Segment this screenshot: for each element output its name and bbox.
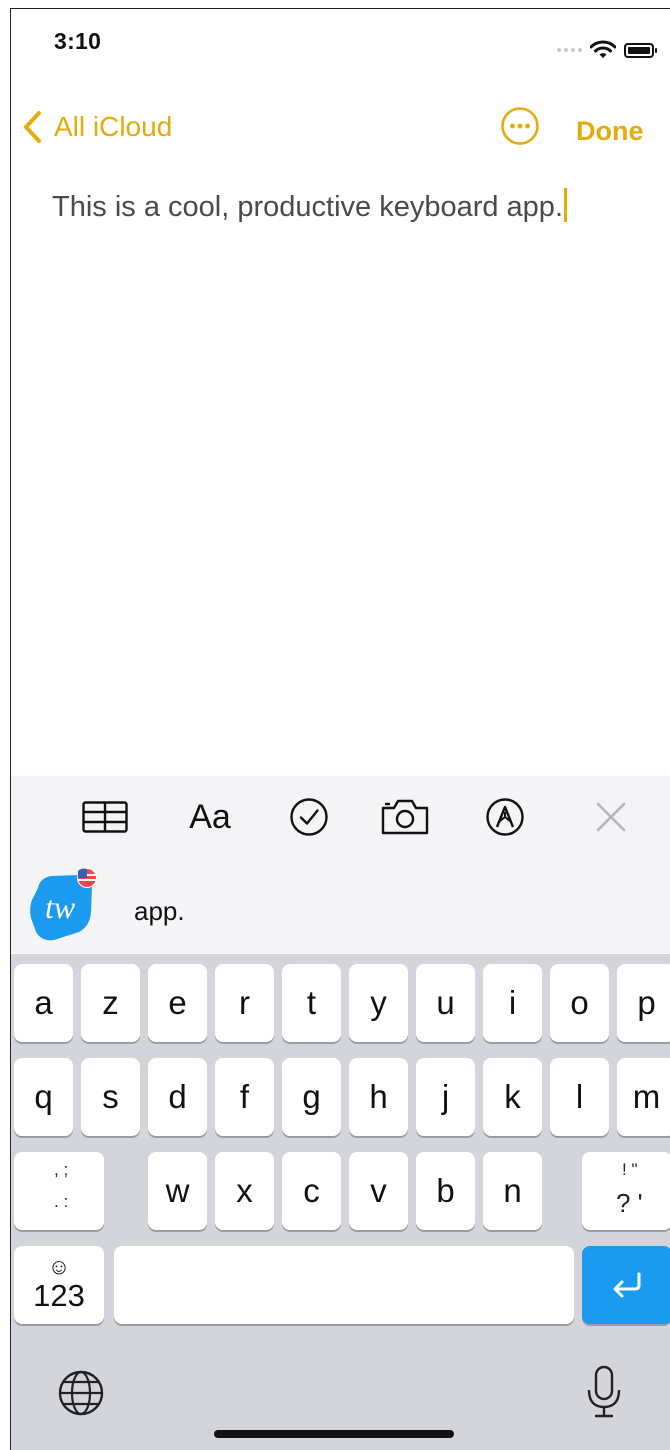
format-toolbar: Aa bbox=[10, 776, 670, 858]
table-button[interactable] bbox=[82, 796, 128, 838]
punctuation-key-right[interactable]: ! " ? ' bbox=[582, 1152, 670, 1230]
key-g[interactable]: g bbox=[282, 1058, 341, 1136]
close-icon bbox=[596, 802, 626, 832]
key-d[interactable]: d bbox=[148, 1058, 207, 1136]
key-b[interactable]: b bbox=[416, 1152, 475, 1230]
key-p[interactable]: p bbox=[617, 964, 670, 1042]
punct-left-top: , ; bbox=[54, 1160, 69, 1179]
status-time: 3:10 bbox=[54, 28, 102, 54]
typewise-logo-icon[interactable]: tw bbox=[24, 868, 100, 944]
close-toolbar-button[interactable] bbox=[594, 796, 628, 838]
punct-left-bottom: . : bbox=[54, 1192, 69, 1211]
note-text: This is a cool, productive keyboard app. bbox=[52, 191, 563, 223]
status-icons bbox=[557, 40, 657, 60]
suggestion-word[interactable]: app. bbox=[134, 896, 185, 927]
key-y[interactable]: y bbox=[349, 964, 408, 1042]
signal-icon bbox=[557, 48, 582, 52]
more-options-icon[interactable] bbox=[500, 106, 540, 146]
frame-border-left bbox=[10, 8, 11, 1450]
return-key[interactable] bbox=[582, 1246, 670, 1324]
camera-button[interactable] bbox=[380, 796, 430, 838]
key-u[interactable]: u bbox=[416, 964, 475, 1042]
key-i[interactable]: i bbox=[483, 964, 542, 1042]
key-e[interactable]: e bbox=[148, 964, 207, 1042]
key-s[interactable]: s bbox=[81, 1058, 140, 1136]
home-indicator[interactable] bbox=[214, 1430, 454, 1438]
numbers-key[interactable]: ☺ 123 bbox=[14, 1246, 104, 1324]
back-label: All iCloud bbox=[54, 111, 173, 142]
microphone-icon[interactable] bbox=[584, 1364, 624, 1420]
numbers-key-label: 123 bbox=[33, 1278, 85, 1313]
key-z[interactable]: z bbox=[81, 964, 140, 1042]
checkmark-circle-icon bbox=[290, 798, 328, 836]
key-q[interactable]: q bbox=[14, 1058, 73, 1136]
key-v[interactable]: v bbox=[349, 1152, 408, 1230]
checklist-button[interactable] bbox=[288, 796, 330, 838]
key-m[interactable]: m bbox=[617, 1058, 670, 1136]
key-n[interactable]: n bbox=[483, 1152, 542, 1230]
note-body[interactable]: This is a cool, productive keyboard app. bbox=[52, 188, 567, 224]
space-key[interactable] bbox=[114, 1246, 574, 1324]
key-o[interactable]: o bbox=[550, 964, 609, 1042]
done-button[interactable]: Done bbox=[576, 116, 644, 147]
chevron-left-icon bbox=[24, 111, 41, 143]
key-k[interactable]: k bbox=[483, 1058, 542, 1136]
camera-icon bbox=[381, 799, 429, 835]
wifi-icon bbox=[590, 40, 616, 58]
key-w[interactable]: w bbox=[148, 1152, 207, 1230]
pen-tip-icon bbox=[486, 798, 524, 836]
keyboard: tw app. , ; . : ! " ? ' ☺ 123 a z e r t … bbox=[10, 858, 670, 1450]
key-f[interactable]: f bbox=[215, 1058, 274, 1136]
emoji-icon: ☺ bbox=[47, 1254, 71, 1279]
key-x[interactable]: x bbox=[215, 1152, 274, 1230]
svg-text:tw: tw bbox=[45, 889, 76, 925]
text-cursor bbox=[564, 188, 567, 222]
frame-border-top bbox=[10, 8, 670, 9]
key-r[interactable]: r bbox=[215, 964, 274, 1042]
punctuation-key-left[interactable]: , ; . : bbox=[14, 1152, 104, 1230]
back-button[interactable]: All iCloud bbox=[22, 110, 172, 144]
battery-icon bbox=[624, 42, 657, 58]
punct-right-top: ! " bbox=[622, 1160, 638, 1179]
globe-icon[interactable] bbox=[56, 1368, 106, 1418]
key-j[interactable]: j bbox=[416, 1058, 475, 1136]
key-t[interactable]: t bbox=[282, 964, 341, 1042]
key-c[interactable]: c bbox=[282, 1152, 341, 1230]
markup-button[interactable] bbox=[484, 796, 526, 838]
phone-screen: 3:10 All iCloud Done This is a cool, pro… bbox=[10, 8, 670, 1450]
key-a[interactable]: a bbox=[14, 964, 73, 1042]
suggestion-bar: tw app. bbox=[10, 858, 670, 954]
key-h[interactable]: h bbox=[349, 1058, 408, 1136]
table-icon bbox=[82, 801, 128, 833]
punct-right-bottom: ? ' bbox=[616, 1188, 643, 1218]
return-icon bbox=[613, 1272, 641, 1298]
text-format-button[interactable]: Aa bbox=[182, 796, 238, 838]
key-l[interactable]: l bbox=[550, 1058, 609, 1136]
frame-margin bbox=[0, 0, 10, 1450]
